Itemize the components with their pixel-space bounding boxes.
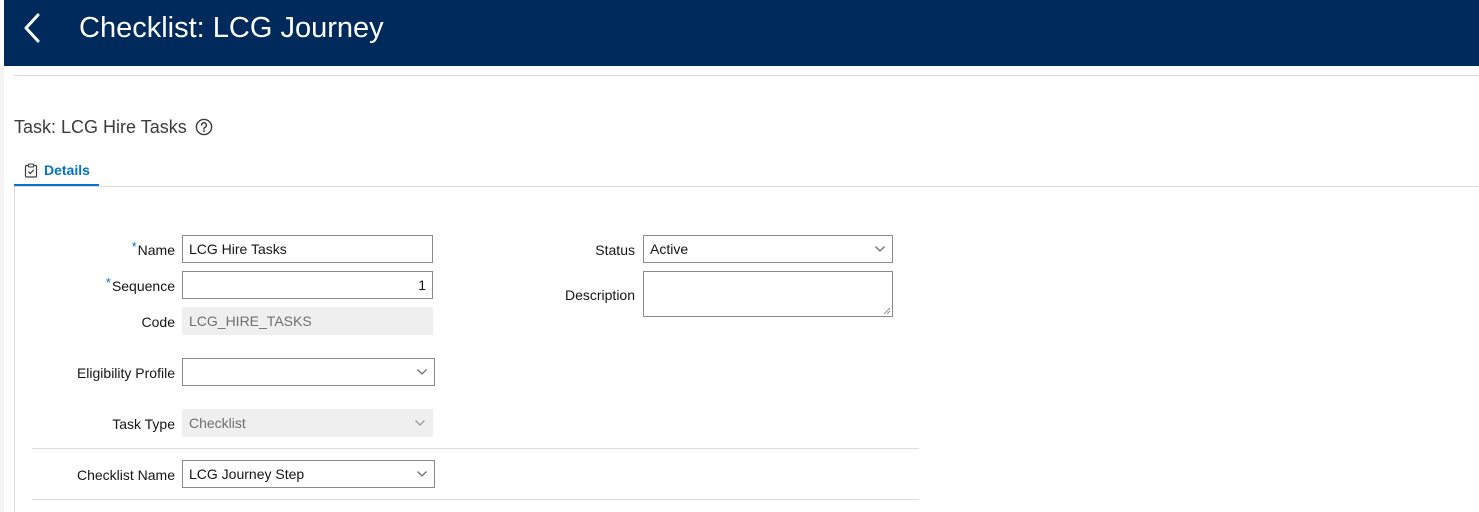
eligibility-profile-label: Eligibility Profile	[76, 365, 175, 381]
task-type-value: Checklist	[189, 415, 246, 431]
task-title-text: Task: LCG Hire Tasks	[14, 117, 187, 137]
tab-details-label: Details	[44, 162, 90, 178]
page-header: Checklist: LCG Journey	[4, 0, 1479, 66]
content-border	[14, 187, 15, 512]
required-marker: *	[131, 239, 137, 254]
code-label: Code	[141, 314, 175, 330]
tab-divider	[14, 186, 1479, 187]
back-button[interactable]	[12, 10, 52, 50]
status-select[interactable]: Active	[643, 235, 893, 263]
chevron-down-icon	[417, 369, 427, 375]
name-input[interactable]: LCG Hire Tasks	[182, 235, 433, 263]
help-icon[interactable]	[195, 118, 213, 136]
chevron-down-icon	[415, 420, 425, 426]
description-label: Description	[564, 287, 635, 303]
page-title: Checklist: LCG Journey	[79, 12, 384, 44]
status-value: Active	[650, 241, 689, 257]
chevron-left-icon	[24, 13, 40, 43]
status-label: Status	[595, 242, 635, 258]
required-marker: *	[105, 275, 111, 290]
tab-details[interactable]: Details	[14, 156, 99, 187]
code-field: LCG_HIRE_TASKS	[182, 307, 433, 335]
sequence-input[interactable]: 1	[182, 271, 433, 299]
task-type-select: Checklist	[182, 409, 433, 437]
checklist-name-label: Checklist Name	[76, 467, 175, 483]
description-textarea[interactable]	[643, 271, 893, 317]
resize-handle-icon[interactable]	[883, 307, 890, 314]
clipboard-check-icon	[24, 162, 38, 178]
task-type-label: Task Type	[112, 416, 175, 432]
left-edge	[0, 66, 4, 512]
chevron-down-icon	[875, 246, 885, 252]
task-title: Task: LCG Hire Tasks	[14, 116, 213, 138]
section-divider	[32, 499, 919, 500]
name-label: *Name	[131, 239, 175, 258]
chevron-down-icon	[417, 471, 427, 477]
sequence-label: *Sequence	[105, 275, 175, 294]
divider	[14, 75, 1479, 76]
checklist-name-select[interactable]: LCG Journey Step	[182, 460, 435, 488]
section-divider	[32, 448, 919, 449]
checklist-name-value: LCG Journey Step	[189, 466, 305, 482]
eligibility-profile-select[interactable]	[182, 358, 435, 386]
